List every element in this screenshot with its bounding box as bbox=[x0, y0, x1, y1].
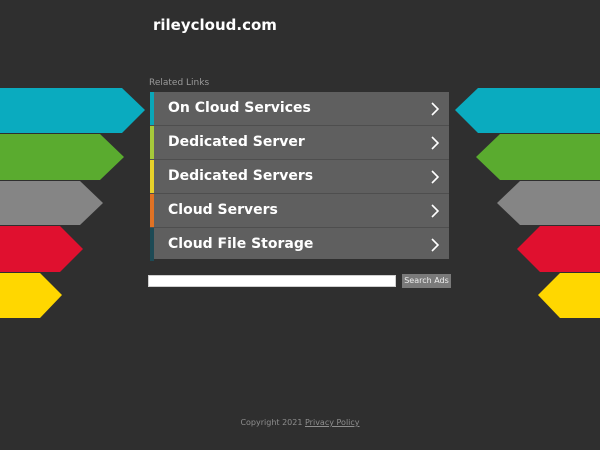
left-stripe-4 bbox=[0, 226, 83, 272]
right-stripe-1 bbox=[455, 88, 600, 133]
right-stripe-5 bbox=[538, 273, 600, 318]
left-stripe-1 bbox=[0, 88, 145, 133]
right-stripe-4 bbox=[517, 226, 600, 272]
search-ads-button[interactable]: Search Ads bbox=[402, 274, 451, 288]
chevron-right-icon bbox=[431, 102, 440, 116]
related-links-title: Related Links bbox=[149, 78, 210, 88]
link-color-bar bbox=[150, 228, 154, 261]
copyright-text: Copyright 2021 bbox=[240, 418, 303, 427]
link-color-bar bbox=[150, 126, 154, 159]
privacy-policy-link[interactable]: Privacy Policy bbox=[305, 418, 360, 427]
link-label: Dedicated Servers bbox=[168, 168, 314, 184]
link-dedicated-servers[interactable]: Dedicated Servers bbox=[150, 160, 449, 194]
parked-domain-page: rileycloud.com Related Links On Cloud Se… bbox=[0, 0, 600, 450]
chevron-right-icon bbox=[431, 136, 440, 150]
link-dedicated-server[interactable]: Dedicated Server bbox=[150, 126, 449, 160]
domain-title: rileycloud.com bbox=[153, 16, 277, 34]
footer: Copyright 2021 Privacy Policy bbox=[0, 418, 600, 427]
link-label: Cloud File Storage bbox=[168, 236, 314, 252]
link-color-bar bbox=[150, 194, 154, 227]
search-input[interactable] bbox=[148, 275, 396, 287]
chevron-right-icon bbox=[431, 170, 440, 184]
left-stripe-2 bbox=[0, 134, 124, 180]
link-cloud-file-storage[interactable]: Cloud File Storage bbox=[150, 228, 449, 261]
related-links-list: On Cloud Services Dedicated Server Dedic… bbox=[150, 92, 449, 261]
link-color-bar bbox=[150, 92, 154, 125]
right-stripe-3 bbox=[497, 181, 600, 225]
right-stripe-2 bbox=[476, 134, 600, 180]
link-on-cloud-services[interactable]: On Cloud Services bbox=[150, 92, 449, 126]
chevron-right-icon bbox=[431, 204, 440, 218]
chevron-right-icon bbox=[431, 238, 440, 252]
left-stripe-5 bbox=[0, 273, 62, 318]
link-label: Dedicated Server bbox=[168, 134, 305, 150]
link-color-bar bbox=[150, 160, 154, 193]
left-stripe-3 bbox=[0, 181, 103, 225]
link-label: Cloud Servers bbox=[168, 202, 278, 218]
link-cloud-servers[interactable]: Cloud Servers bbox=[150, 194, 449, 228]
link-label: On Cloud Services bbox=[168, 100, 311, 116]
